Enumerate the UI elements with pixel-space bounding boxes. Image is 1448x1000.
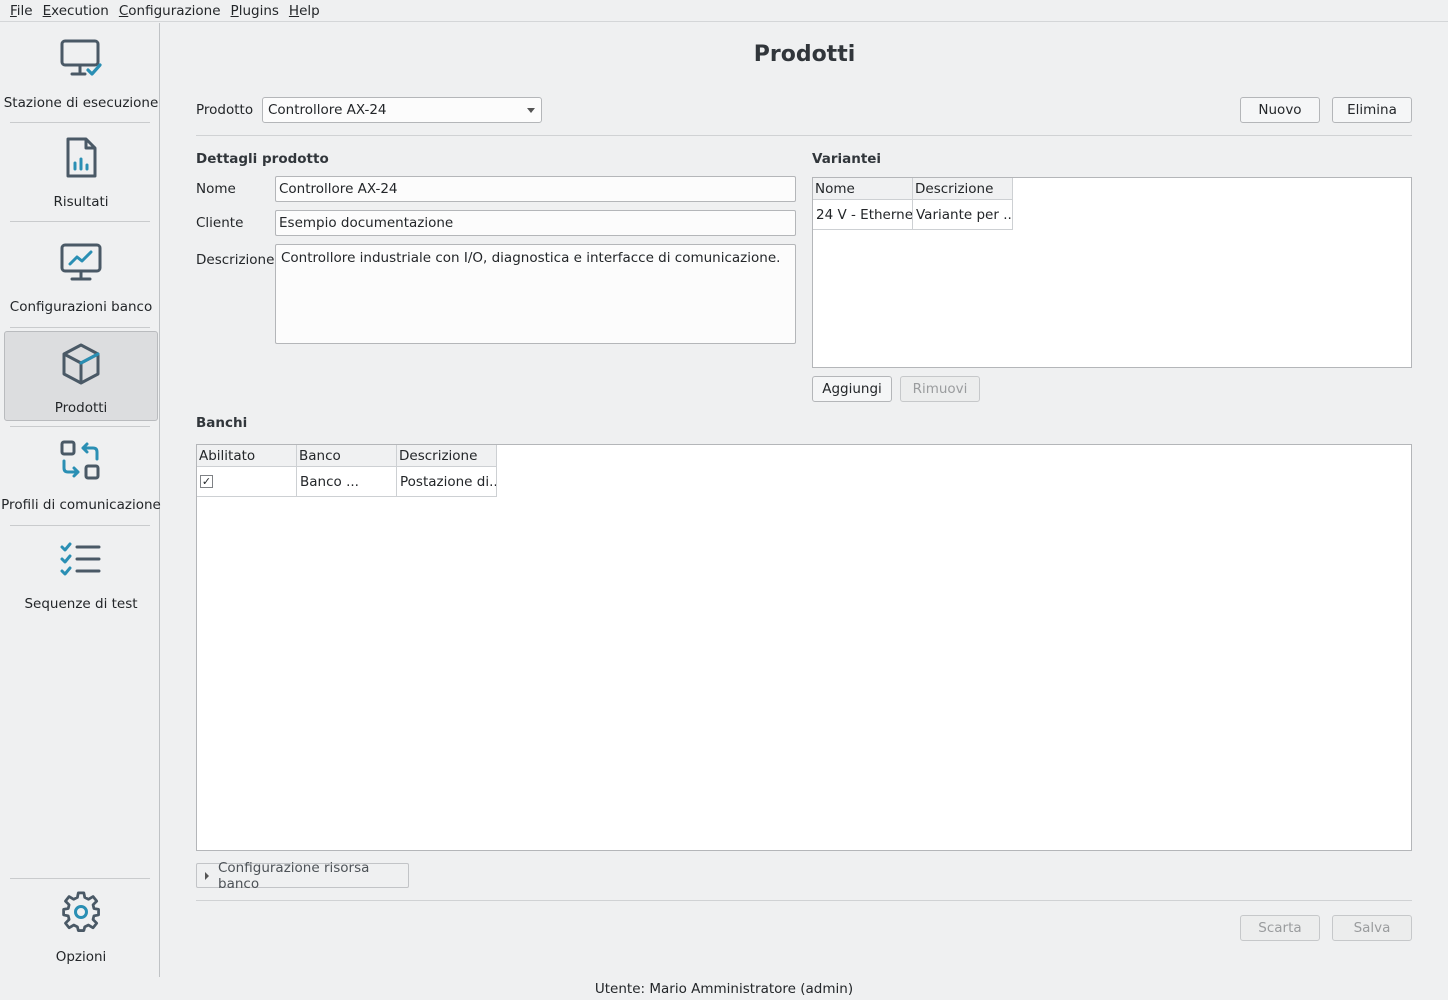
benches-title: Banchi <box>196 415 248 431</box>
bench-description-cell: Postazione di... <box>397 467 497 497</box>
table-row[interactable]: 24 V - Ethernet Variante per ... <box>813 200 1013 230</box>
sidebar-item-label: Profili di comunicazione <box>1 497 161 513</box>
sidebar-divider <box>10 327 150 328</box>
product-combo-value: Controllore AX-24 <box>268 102 387 118</box>
chevron-down-icon <box>527 108 535 113</box>
user-status-text: Utente: Mario Amministratore (admin) <box>594 980 854 997</box>
enabled-checkbox[interactable]: ✓ <box>200 475 213 488</box>
product-label: Prodotto <box>196 102 254 118</box>
checklist-icon <box>57 536 105 584</box>
variants-table-header: Nome Descrizione <box>813 178 1013 200</box>
delete-button[interactable]: Elimina <box>1332 97 1412 123</box>
remove-variant-button[interactable]: Rimuovi <box>900 376 980 402</box>
divider <box>196 135 1412 136</box>
menu-configurazione[interactable]: Configurazione <box>114 3 226 19</box>
page-title: Prodotti <box>753 42 856 67</box>
sidebar-item-label: Opzioni <box>55 949 107 965</box>
divider <box>196 900 1412 901</box>
sidebar-item-label: Prodotti <box>54 400 108 416</box>
sidebar-divider <box>10 122 150 123</box>
enabled-cell: ✓ <box>197 467 297 497</box>
status-bar: Utente: Mario Amministratore (admin) <box>0 977 1448 1000</box>
name-field[interactable]: Controllore AX-24 <box>275 176 796 202</box>
bench-name-cell: Banco ... <box>297 467 397 497</box>
discard-button[interactable]: Scarta <box>1240 915 1320 941</box>
description-label: Descrizione <box>196 252 275 268</box>
cube-icon <box>57 340 105 388</box>
menu-execution[interactable]: Execution <box>38 3 114 19</box>
sidebar-item-sequenze[interactable]: Sequenze di test <box>4 528 158 618</box>
monitor-chart-icon <box>57 239 105 287</box>
gear-icon <box>57 889 105 937</box>
sidebar-divider <box>10 426 150 427</box>
name-label: Nome <box>196 181 236 197</box>
column-header-abilitato[interactable]: Abilitato <box>197 445 297 467</box>
add-variant-button[interactable]: Aggiungi <box>812 376 892 402</box>
column-header-nome[interactable]: Nome <box>813 178 913 200</box>
new-button[interactable]: Nuovo <box>1240 97 1320 123</box>
sidebar-item-label: Risultati <box>53 194 109 210</box>
main-panel: Prodotti Prodotto Controllore AX-24 Nuov… <box>161 23 1448 977</box>
client-label: Cliente <box>196 215 244 231</box>
monitor-check-icon <box>57 35 105 83</box>
sidebar-divider <box>10 525 150 526</box>
benches-table[interactable]: Abilitato Banco Descrizione ✓ Banco ... … <box>196 444 1412 851</box>
resource-config-label: Configurazione risorsa banco <box>218 859 370 892</box>
report-chart-icon <box>57 134 105 182</box>
sidebar-item-label: Stazione di esecuzione <box>3 95 159 111</box>
sidebar-item-label: Configurazioni banco <box>9 299 153 315</box>
save-button[interactable]: Salva <box>1332 915 1412 941</box>
variants-table[interactable]: Nome Descrizione 24 V - Ethernet Variant… <box>812 177 1412 368</box>
sidebar-item-stazione[interactable]: Stazione di esecuzione <box>4 27 158 117</box>
sidebar-divider <box>10 221 150 222</box>
column-header-banco[interactable]: Banco <box>297 445 397 467</box>
sidebar-item-configurazioni-banco[interactable]: Configurazioni banco <box>4 231 158 321</box>
sidebar-divider <box>10 878 150 879</box>
product-combo[interactable]: Controllore AX-24 <box>262 97 542 123</box>
sidebar: Stazione di esecuzione Risultati Configu… <box>0 23 161 977</box>
client-field[interactable]: Esempio documentazione <box>275 210 796 236</box>
variant-name-cell: 24 V - Ethernet <box>813 200 913 230</box>
sidebar-item-profili[interactable]: Profili di comunicazione <box>1 429 161 519</box>
variant-description-cell: Variante per ... <box>913 200 1013 230</box>
table-row[interactable]: ✓ Banco ... Postazione di... <box>197 467 497 497</box>
column-header-descrizione[interactable]: Descrizione <box>397 445 497 467</box>
benches-table-header: Abilitato Banco Descrizione <box>197 445 497 467</box>
details-title: Dettagli prodotto <box>196 151 329 167</box>
menu-plugins[interactable]: Plugins <box>226 3 284 19</box>
sidebar-item-opzioni[interactable]: Opzioni <box>4 881 158 971</box>
chevron-right-icon <box>205 871 209 880</box>
resource-config-toggle[interactable]: Configurazione risorsa banco <box>196 860 409 892</box>
sidebar-item-label: Sequenze di test <box>24 596 138 612</box>
menu-file[interactable]: File <box>5 3 38 19</box>
sidebar-item-risultati[interactable]: Risultati <box>4 126 158 216</box>
description-textarea[interactable]: Controllore industriale con I/O, diagnos… <box>275 244 796 344</box>
sidebar-item-prodotti[interactable]: Prodotti <box>4 331 158 421</box>
menu-bar: File Execution Configurazione Plugins He… <box>0 0 1448 22</box>
menu-help[interactable]: Help <box>284 3 325 19</box>
variants-title: Variantei <box>812 151 882 167</box>
exchange-arrows-icon <box>57 437 105 485</box>
column-header-descrizione[interactable]: Descrizione <box>913 178 1013 200</box>
